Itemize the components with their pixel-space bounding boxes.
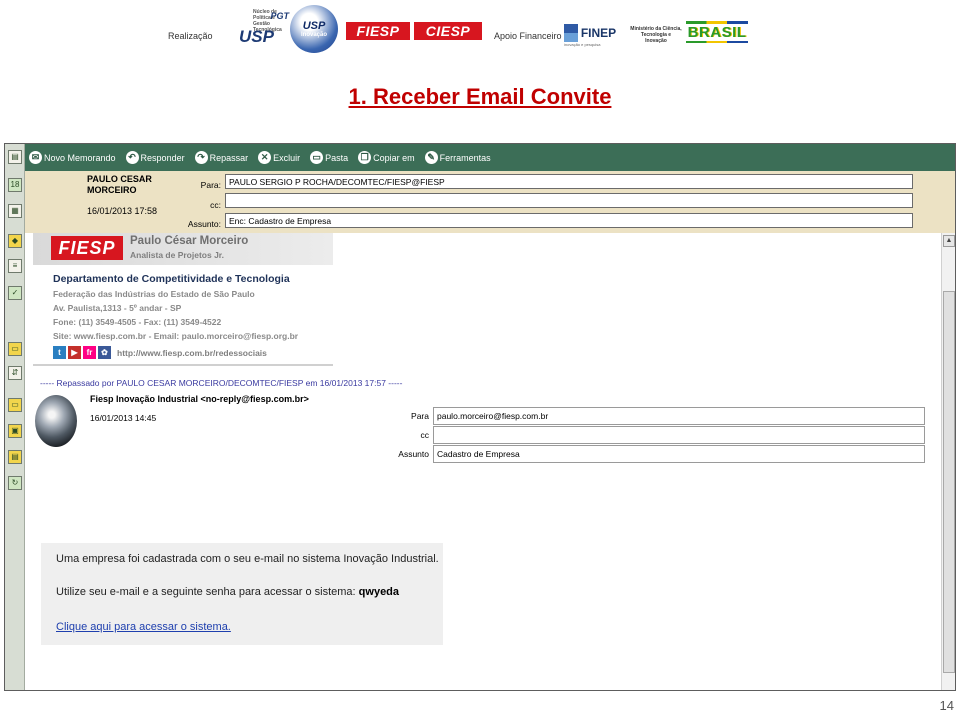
- ciesp-logo: CIESP: [414, 22, 482, 40]
- database-icon[interactable]: ▤: [8, 450, 22, 464]
- signature-department: Departamento de Competitividade e Tecnol…: [53, 273, 290, 285]
- message-header: PAULO CESAR MORCEIRO 16/01/2013 17:58 Pa…: [25, 171, 955, 233]
- signature-address: Av. Paulista,1313 - 5º andar - SP: [53, 303, 182, 313]
- mail-icon[interactable]: ▤: [8, 150, 22, 164]
- forwarded-subject-label: Assunto: [398, 449, 429, 459]
- delete-button[interactable]: ✕ Excluir: [258, 151, 300, 164]
- folder-button[interactable]: ▭ Pasta: [310, 151, 348, 164]
- signature-role: Analista de Projetos Jr.: [130, 250, 225, 260]
- page-number: 14: [939, 698, 954, 713]
- cc-field[interactable]: [225, 193, 913, 208]
- realizacao-label: Realização: [168, 31, 213, 41]
- forward-icon: ↷: [194, 151, 208, 164]
- social-links: t ▶ fr ✿ http://www.fiesp.com.br/redesso…: [53, 346, 267, 359]
- to-field[interactable]: PAULO SERGIO P ROCHA/DECOMTEC/FIESP@FIES…: [225, 174, 913, 189]
- finep-logo: FINEP inovação e pesquisa: [563, 24, 617, 47]
- tasks-icon[interactable]: ≡: [8, 259, 22, 273]
- to-label: Para:: [200, 180, 221, 190]
- copy-icon: ❐: [358, 151, 372, 164]
- action-toolbar: ✉ Novo Memorando ↶ Responder ↷ Repassar …: [25, 144, 955, 171]
- todo-icon[interactable]: ✓: [8, 286, 22, 300]
- sender-avatar: [35, 395, 77, 447]
- forwarded-by-line: ----- Repassado por PAULO CESAR MORCEIRO…: [40, 378, 403, 388]
- email-signature: FIESP Paulo César Morceiro Analista de P…: [33, 233, 333, 366]
- copy-to-button[interactable]: ❐ Copiar em: [358, 151, 415, 164]
- workspace-icon[interactable]: ▣: [8, 424, 22, 438]
- notebook-icon[interactable]: ◆: [8, 234, 22, 248]
- usp-pgt-logo: Núcleo de Política e Gestão Tecnológica …: [239, 9, 289, 46]
- brasil-logo: BRASIL: [684, 21, 750, 43]
- archive-icon[interactable]: ▭: [8, 398, 22, 412]
- access-system-link[interactable]: Clique aqui para acessar o sistema.: [56, 621, 231, 633]
- mct-logo: Ministério da Ciência, Tecnologia e Inov…: [630, 26, 682, 44]
- apoio-label: Apoio Financeiro: [494, 31, 562, 41]
- message-body: FIESP Paulo César Morceiro Analista de P…: [25, 233, 941, 690]
- scroll-up-icon[interactable]: ▲: [943, 235, 955, 247]
- new-memo-icon: ✉: [29, 151, 42, 164]
- sender-name: PAULO CESAR MORCEIRO: [87, 174, 152, 195]
- finep-mark-icon: [563, 24, 578, 42]
- invitation-message: Uma empresa foi cadastrada com o seu e-m…: [41, 543, 443, 645]
- forwarded-to-label: Para: [411, 411, 429, 421]
- reply-button[interactable]: ↶ Responder: [125, 151, 185, 164]
- email-client-window: ▤ 18 ▦ ◆ ≡ ✓ ▭ ⇵ ▭ ▣ ▤ ↻ ✉ Novo Memorand…: [4, 143, 956, 691]
- twitter-icon[interactable]: t: [53, 346, 66, 359]
- delete-icon: ✕: [258, 151, 272, 164]
- social-url[interactable]: http://www.fiesp.com.br/redessociais: [117, 348, 267, 358]
- signature-fiesp-logo: FIESP: [51, 236, 123, 260]
- forwarded-cc-label: cc: [420, 430, 430, 440]
- password-value: qwyeda: [358, 586, 400, 598]
- slide-title: 1. Receber Email Convite: [348, 84, 612, 109]
- forwarded-to-field[interactable]: paulo.morceiro@fiesp.com.br: [433, 407, 925, 425]
- signature-phone: Fone: (11) 3549-4505 - Fax: (11) 3549-45…: [53, 317, 222, 327]
- fiesp-logo: FIESP: [346, 22, 410, 40]
- vertical-scrollbar[interactable]: ▲: [941, 233, 955, 690]
- scroll-thumb[interactable]: [943, 291, 955, 673]
- social-network-icon[interactable]: ✿: [98, 346, 111, 359]
- forwarded-subject-field[interactable]: Cadastro de Empresa: [433, 445, 925, 463]
- sync-icon[interactable]: ↻: [8, 476, 22, 490]
- sponsor-logos: Realização Núcleo de Política e Gestão T…: [160, 5, 760, 53]
- signature-site: Site: www.fiesp.com.br - Email: paulo.mo…: [53, 331, 299, 341]
- calendar-icon[interactable]: 18: [8, 178, 22, 192]
- signature-federation: Federação das Indústrias do Estado de Sã…: [53, 289, 255, 299]
- signature-name: Paulo César Morceiro: [130, 235, 249, 247]
- tools-icon: ✎: [424, 151, 438, 164]
- forwarded-from: Fiesp Inovação Industrial <no-reply@fies…: [90, 394, 309, 404]
- replication-icon[interactable]: ⇵: [8, 366, 22, 380]
- body-line-1: Uma empresa foi cadastrada com o seu e-m…: [56, 553, 439, 565]
- tools-button[interactable]: ✎ Ferramentas: [424, 151, 491, 164]
- reply-icon: ↶: [125, 151, 139, 164]
- forwarded-cc-field[interactable]: [433, 426, 925, 444]
- cc-label: cc:: [210, 200, 221, 210]
- forwarded-date: 16/01/2013 14:45: [90, 413, 157, 423]
- folder-icon[interactable]: ▭: [8, 342, 22, 356]
- youtube-icon[interactable]: ▶: [68, 346, 81, 359]
- folder-icon: ▭: [310, 151, 324, 164]
- usp-inovacao-logo: USP Inovação: [290, 5, 338, 53]
- flickr-icon[interactable]: fr: [83, 346, 96, 359]
- forward-button[interactable]: ↷ Repassar: [194, 151, 248, 164]
- subject-field[interactable]: Enc: Cadastro de Empresa: [225, 213, 913, 228]
- new-memo-button[interactable]: ✉ Novo Memorando: [29, 151, 116, 164]
- body-line-2: Utilize seu e-mail e a seguinte senha pa…: [56, 586, 400, 598]
- subject-label: Assunto:: [187, 219, 221, 229]
- contacts-icon[interactable]: ▦: [8, 204, 22, 218]
- left-icon-bar: ▤ 18 ▦ ◆ ≡ ✓ ▭ ⇵ ▭ ▣ ▤ ↻: [5, 144, 25, 690]
- sent-date: 16/01/2013 17:58: [87, 206, 158, 216]
- signature-divider: [33, 364, 333, 366]
